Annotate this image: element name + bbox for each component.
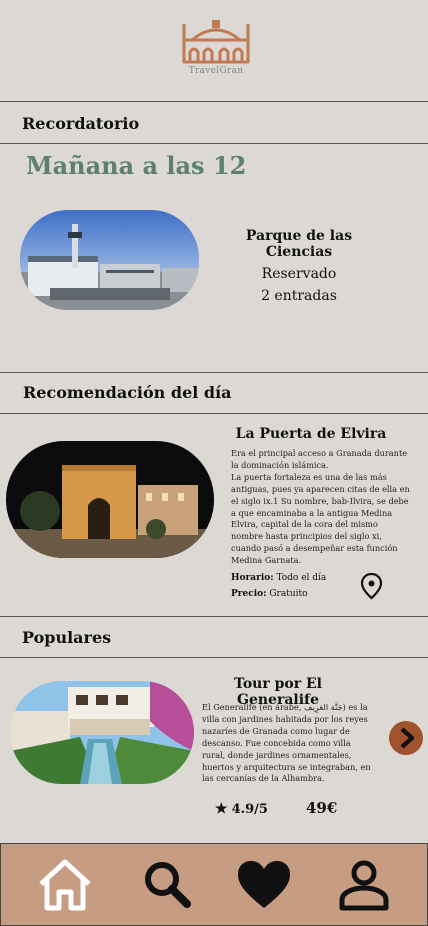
castle-logo-icon: [182, 20, 250, 64]
popular-section-title: Populares: [22, 628, 112, 647]
hours-value: Todo el día: [276, 573, 327, 583]
popular-description-text: El Generalife (en árabe, جَنَّة العَرِيف…: [202, 702, 371, 784]
star-icon: ★: [215, 801, 228, 817]
home-icon[interactable]: [35, 858, 95, 912]
heart-icon[interactable]: [234, 858, 294, 912]
divider: [0, 101, 428, 102]
recommendation-description: Era el principal acceso a Granada durant…: [231, 448, 411, 567]
price-label: Precio:: [231, 589, 267, 599]
reminder-tickets: 2 entradas: [261, 288, 337, 304]
recommendation-section-title: Recomendación del día: [23, 383, 232, 402]
popular-image[interactable]: [10, 681, 194, 784]
recommendation-hours: Horario: Todo el día: [231, 573, 326, 583]
search-icon[interactable]: [137, 858, 197, 912]
divider: [0, 143, 428, 144]
reminder-place-name: Parque de las Ciencias: [245, 228, 353, 260]
recommendation-title: La Puerta de Elvira: [235, 426, 387, 442]
divider: [0, 372, 428, 373]
reminder-time: Mañana a las 12: [26, 151, 247, 180]
profile-icon[interactable]: [334, 858, 394, 912]
popular-description: El Generalife (en árabe, جَنَّة العَرِيف…: [202, 702, 372, 785]
reminder-details: Parque de las Ciencias Reservado 2 entra…: [218, 228, 380, 304]
recommendation-description-intro: Era el principal acceso a Granada durant…: [231, 448, 408, 470]
recommendation-description-body: La puerta fortaleza es una de las más an…: [231, 471, 410, 566]
map-pin-icon[interactable]: [360, 572, 383, 600]
reminder-place-image[interactable]: [20, 210, 199, 310]
reminder-status: Reservado: [261, 266, 337, 282]
popular-rating: ★ 4.9/5: [215, 801, 268, 817]
app-logo: TravelGran: [178, 18, 254, 80]
recommendation-image[interactable]: [6, 441, 214, 558]
recommendation-price: Precio: Gratuito: [231, 589, 308, 599]
hours-label: Horario:: [231, 573, 274, 583]
popular-price: 49€: [306, 799, 338, 817]
brand-name: TravelGran: [188, 66, 244, 76]
rating-value: 4.9/5: [231, 802, 268, 817]
reminder-section-title: Recordatorio: [22, 114, 140, 133]
divider: [0, 413, 428, 414]
chevron-right-icon[interactable]: [388, 720, 424, 756]
bottom-navigation: [0, 843, 428, 926]
divider: [0, 657, 428, 658]
divider: [0, 616, 428, 617]
price-value: Gratuito: [269, 589, 308, 599]
